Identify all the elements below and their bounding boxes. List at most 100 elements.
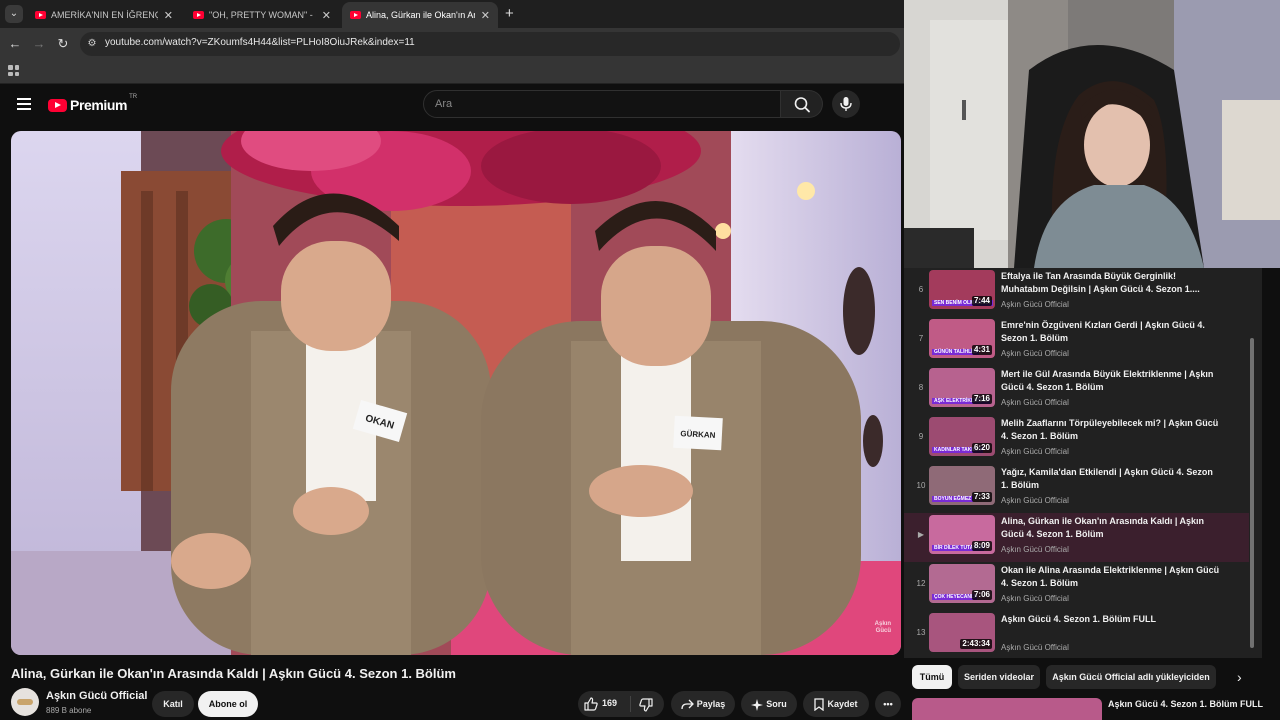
recommendation-title[interactable]: Aşkın Gücü 4. Sezon 1. Bölüm FULL [1108,698,1278,710]
duration-badge: 2:43:34 [960,639,992,649]
reload-icon[interactable]: ↻ [54,35,72,53]
channel-avatar[interactable] [11,688,39,716]
playlist-item-title[interactable]: Aşkın Gücü 4. Sezon 1. Bölüm FULL [1001,613,1221,626]
playlist-thumbnail[interactable]: AŞK ELEKTRİKLENME 7:16 [929,368,995,407]
recommendation-item[interactable]: Aşkın Gücü 4. Sezon 1. Bölüm FULL [912,698,1280,720]
duration-badge: 4:31 [971,345,992,355]
video-frame: OKAN GÜRKAN [11,131,901,655]
webcam-frame [904,0,1280,268]
playlist-panel: 6 SEN BENİM OLMALISIN 7:44 Eftalya ile Ta… [904,268,1262,658]
chip-all[interactable]: Tümü [912,665,952,689]
filter-chips: Tümü Seriden videolar Aşkın Gücü Officia… [904,665,1280,691]
recommendation-thumbnail[interactable] [912,698,1102,720]
youtube-favicon-icon [350,11,361,19]
more-horizontal-icon[interactable]: ••• [875,691,901,717]
playlist-thumbnail[interactable]: BOYUN EĞMEZ 7:33 [929,466,995,505]
playlist-item-channel: Aşkın Gücü Official [1001,594,1069,603]
playlist-index: 7 [918,334,924,343]
playlist-thumbnail[interactable]: SEN BENİM OLMALISIN 7:44 [929,270,995,309]
playlist-item-title[interactable]: Mert ile Gül Arasında Büyük Elektriklenm… [1001,368,1221,394]
url-text[interactable]: youtube.com/watch?v=ZKoumfs4H44&list=PLH… [105,37,415,48]
playlist-index: 12 [916,579,926,588]
playlist-item-channel: Aşkın Gücü Official [1001,447,1069,456]
playlist-item-title[interactable]: Yağız, Kamila'dan Etkilendi | Aşkın Gücü… [1001,466,1221,492]
browser-tab[interactable]: AMERİKA'NIN EN İĞRENÇ PROG ✕ [27,2,181,28]
ask-button[interactable]: Soru [741,691,797,717]
playlist-thumbnail[interactable]: 2:43:34 [929,613,995,652]
playlist-item[interactable]: 12 ÇOK HEYECANLI 7:06 Okan ile Alina Aras… [904,562,1249,611]
youtube-premium-logo[interactable]: Premium TR [48,94,137,113]
share-button[interactable]: Paylaş [671,691,735,717]
playlist-item-title[interactable]: Eftalya ile Tan Arasında Büyük Gerginlik… [1001,270,1221,296]
arrow-left-icon[interactable]: ← [6,35,24,53]
playlist-item[interactable]: 10 BOYUN EĞMEZ 7:33 Yağız, Kamila'dan Etk… [904,464,1249,513]
youtube-header: Premium TR Ara [0,85,904,125]
thumbs-down-icon[interactable] [639,698,653,712]
close-icon[interactable]: ✕ [481,9,490,22]
arrow-right-icon[interactable]: → [30,35,48,53]
playlist-item[interactable]: 9 KADINLAR TAKILIR 6:20 Melih Zaaflarını … [904,415,1249,464]
hamburger-icon[interactable] [17,98,31,110]
search-placeholder: Ara [435,98,453,110]
channel-watermark: Aşkın Gücü [875,621,891,635]
playlist-thumbnail[interactable]: BİR DİLEK TUTAYIM 8:09 [929,515,995,554]
duration-badge: 7:44 [971,296,992,306]
playlist-item-title[interactable]: Alina, Gürkan ile Okan'ın Arasında Kaldı… [1001,515,1221,541]
browser-tab-active[interactable]: Alina, Gürkan ile Okan'ın Arasınd ✕ [342,2,498,28]
share-arrow-icon [681,699,694,710]
playlist-thumbnail[interactable]: KADINLAR TAKILIR 6:20 [929,417,995,456]
subscribe-button[interactable]: Abone ol [198,691,258,717]
save-button[interactable]: Kaydet [803,691,869,717]
playlist-item-channel: Aşkın Gücü Official [1001,349,1069,358]
playlist-item[interactable]: 13 2:43:34 Aşkın Gücü 4. Sezon 1. Bölüm … [904,611,1249,658]
chip-series-videos[interactable]: Seriden videolar [958,665,1040,689]
url-field[interactable]: ⚙ youtube.com/watch?v=ZKoumfs4H44&list=P… [80,32,900,56]
search-input[interactable]: Ara [423,90,781,118]
playlist-item-title[interactable]: Melih Zaaflarını Törpüleyebilecek mi? | … [1001,417,1221,443]
close-icon[interactable]: ✕ [164,9,173,22]
browser-tab-title: "OH, PRETTY WOMAN" - Roy O [209,10,316,20]
watermark-line: Gücü [875,628,891,634]
playlist-item[interactable]: 8 AŞK ELEKTRİKLENME 7:16 Mert ile Gül Ara… [904,366,1249,415]
duration-badge: 7:06 [971,590,992,600]
playlist-item-title[interactable]: Okan ile Alina Arasında Elektriklenme | … [1001,564,1221,590]
browser-tab-title: Alina, Gürkan ile Okan'ın Arasınd [366,10,475,20]
playlist-thumbnail[interactable]: ÇOK HEYECANLI 7:06 [929,564,995,603]
voice-search-button[interactable] [832,90,860,118]
channel-name[interactable]: Aşkın Gücü Official [46,690,147,702]
like-dislike-group: 169 [578,691,664,717]
chip-uploader-videos[interactable]: Aşkın Gücü Official adlı yükleyiciden [1046,665,1216,689]
duration-badge: 6:20 [971,443,992,453]
playlist-scrollbar[interactable] [1250,338,1254,648]
duration-badge: 7:16 [971,394,992,404]
playlist-item-current[interactable]: ▶ BİR DİLEK TUTAYIM 8:09 Alina, Gürkan il… [904,513,1249,562]
chevron-right-icon[interactable]: › [1237,669,1242,685]
join-button[interactable]: Katıl [152,691,194,717]
playlist-thumbnail[interactable]: GÜNÜN TALİHLİSİ 4:31 [929,319,995,358]
search-button[interactable] [781,90,823,118]
chevron-down-icon[interactable]: ⌄ [5,5,23,23]
youtube-favicon-icon [35,11,46,19]
video-player[interactable]: OKAN GÜRKAN Aşkın Gücü [11,131,901,655]
thumbs-up-icon[interactable] [584,697,598,711]
playlist-item[interactable]: 7 GÜNÜN TALİHLİSİ 4:31 Emre'nin Özgüveni … [904,317,1249,366]
close-icon[interactable]: ✕ [322,9,331,22]
search-icon [794,97,810,113]
browser-tab[interactable]: "OH, PRETTY WOMAN" - Roy O ✕ [185,2,339,28]
badge-gurkan: GÜRKAN [680,429,716,440]
playlist-item-channel: Aşkın Gücü Official [1001,398,1069,407]
play-icon: ▶ [917,530,925,539]
playlist-item-title[interactable]: Emre'nin Özgüveni Kızları Gerdi | Aşkın … [1001,319,1221,345]
tune-icon[interactable]: ⚙ [86,38,98,50]
divider [630,696,631,712]
youtube-favicon-icon [193,11,204,19]
playlist-item-channel: Aşkın Gücü Official [1001,545,1069,554]
video-title: Alina, Gürkan ile Okan'ın Arasında Kaldı… [11,666,456,681]
thumbnail-caption: ÇOK HEYECANLI [932,594,978,600]
apps-grid-icon[interactable] [8,65,19,76]
duration-badge: 8:09 [971,541,992,551]
new-tab-icon[interactable]: + [505,6,514,22]
playlist-index: 8 [918,383,924,392]
thumbnail-caption: BOYUN EĞMEZ [932,496,974,502]
playlist-item[interactable]: 6 SEN BENİM OLMALISIN 7:44 Eftalya ile Ta… [904,268,1249,317]
